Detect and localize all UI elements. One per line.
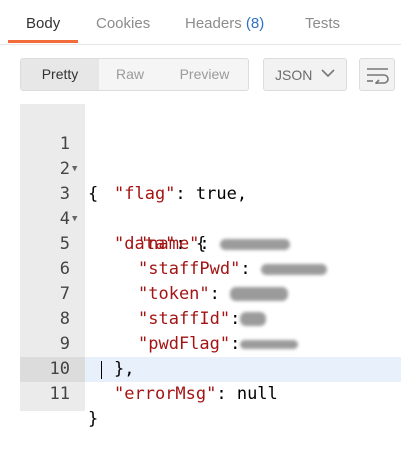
- active-tab-indicator: [8, 40, 78, 43]
- redacted-value: [260, 263, 327, 275]
- code-text: {: [88, 184, 99, 204]
- response-body-editor[interactable]: 1 ▼ { 2 "flag": true, 3 ▼ "data": { 4 "n…: [20, 104, 401, 429]
- json-key: "staffId": [138, 309, 231, 329]
- code-line: 4 "name":: [20, 182, 290, 254]
- redacted-value: [240, 339, 299, 349]
- pretty-button[interactable]: Pretty: [21, 59, 99, 90]
- code-line: 9 },: [20, 307, 135, 379]
- text-cursor: [101, 361, 102, 379]
- json-key: "name": [138, 234, 200, 254]
- json-value: :: [230, 309, 241, 329]
- code-line: 1 ▼ {: [20, 107, 99, 204]
- code-line: 6 "token":: [20, 232, 289, 304]
- view-mode-toggle: Pretty Raw Preview: [20, 58, 249, 91]
- code-text: },: [114, 359, 135, 379]
- tab-cookies[interactable]: Cookies: [96, 15, 150, 32]
- tab-headers[interactable]: Headers (8): [185, 15, 264, 32]
- headers-count-badge: (8): [245, 15, 265, 32]
- json-key: "errorMsg": [114, 384, 217, 404]
- code-line: 2 "flag": true,: [20, 132, 247, 204]
- tab-body[interactable]: Body: [26, 15, 60, 32]
- code-line: 10 "errorMsg": null: [20, 332, 278, 404]
- json-value: :: [230, 334, 241, 354]
- code-line: 3 ▼ "data": {: [20, 157, 206, 254]
- response-tabs: Body Cookies Headers (8) Tests: [0, 0, 401, 45]
- json-value: : true,: [175, 184, 248, 204]
- redacted-value: [219, 238, 290, 250]
- json-key: "flag": [114, 184, 176, 204]
- code-line: 7 "staffId":: [20, 257, 267, 329]
- json-key: "staffPwd": [138, 259, 241, 279]
- code-text: }: [88, 409, 99, 429]
- json-value: : null: [216, 384, 278, 404]
- code-line: 8 "pwdFlag":: [20, 282, 299, 354]
- code-line: 11 }: [20, 357, 99, 429]
- redacted-value: [230, 287, 289, 301]
- fold-toggle-icon[interactable]: ▼: [72, 157, 77, 182]
- preview-button[interactable]: Preview: [161, 59, 248, 90]
- json-key: "token": [138, 284, 210, 304]
- tab-tests[interactable]: Tests: [305, 15, 340, 32]
- line-number: 11: [49, 384, 70, 404]
- json-value: :: [209, 284, 231, 304]
- json-key: "pwdFlag": [138, 334, 231, 354]
- code-line: 5 "staffPwd":: [20, 207, 327, 279]
- redacted-value: [240, 312, 267, 326]
- format-select-value: JSON: [275, 67, 313, 83]
- wrap-lines-button[interactable]: [359, 58, 395, 91]
- json-value: :: [199, 234, 220, 254]
- tab-headers-label: Headers: [185, 15, 242, 32]
- json-value: :: [240, 259, 261, 279]
- chevron-down-icon: [321, 69, 335, 78]
- format-select[interactable]: JSON: [263, 58, 347, 91]
- raw-button[interactable]: Raw: [99, 59, 161, 90]
- fold-toggle-icon[interactable]: ▼: [72, 207, 77, 232]
- wrap-lines-icon: [367, 68, 389, 84]
